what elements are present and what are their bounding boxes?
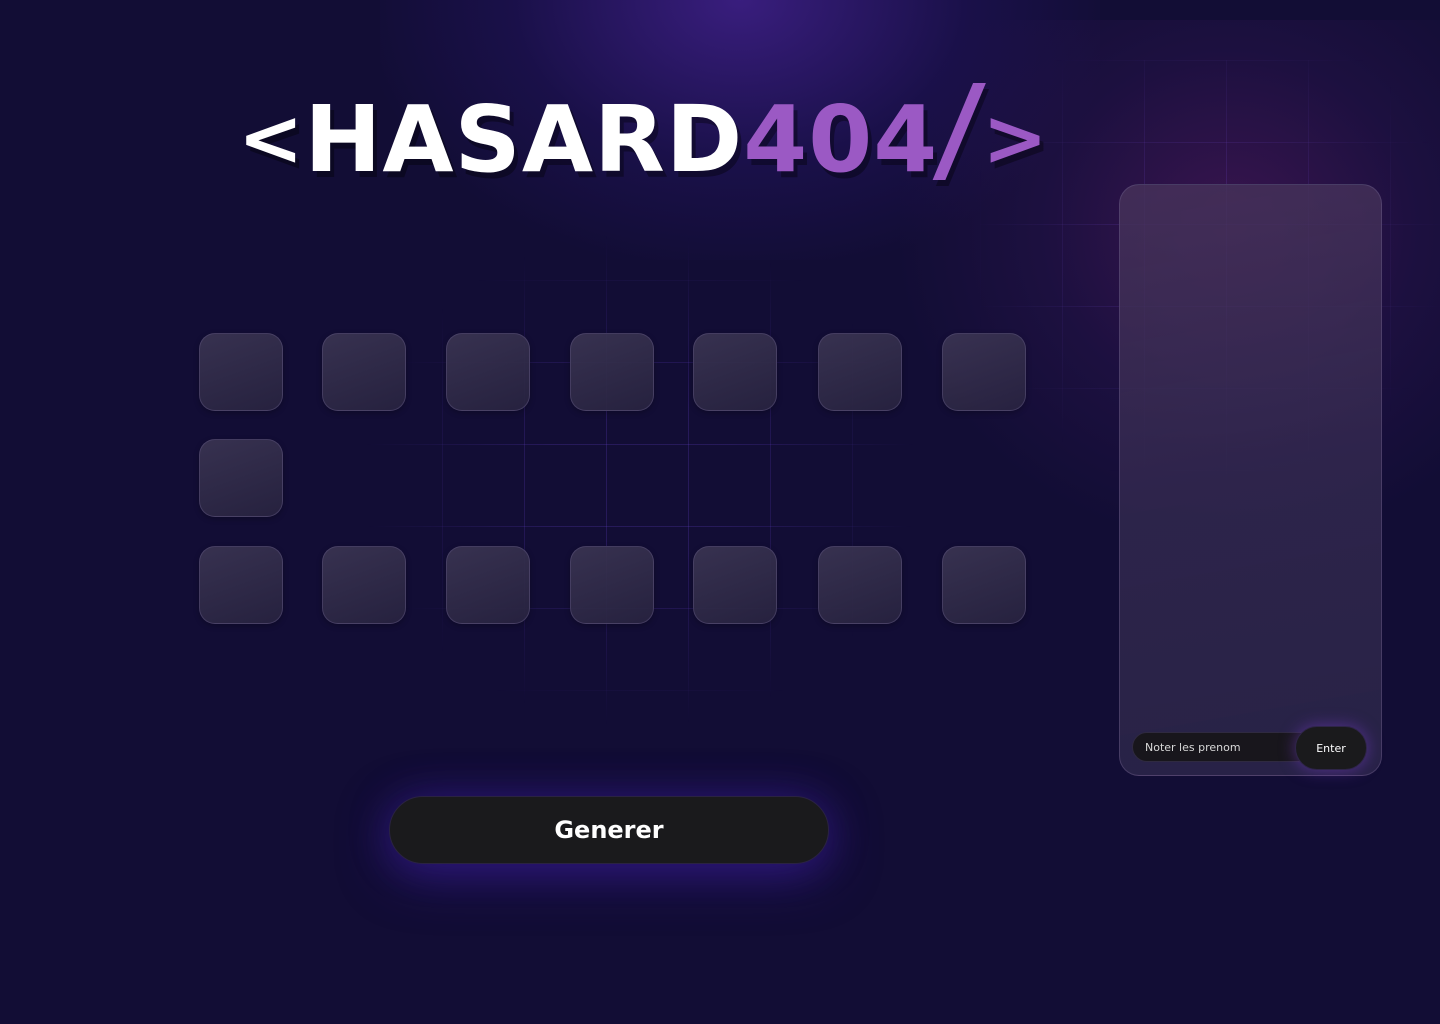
slot-tile (199, 333, 283, 411)
slot-tile (942, 546, 1026, 624)
slot-tile (818, 546, 902, 624)
slot-tile (570, 333, 654, 411)
slot-tile (199, 546, 283, 624)
background-grid-center (360, 230, 920, 730)
logo-open-bracket: < (238, 94, 305, 184)
slot-tile (818, 333, 902, 411)
slot-tile (199, 439, 283, 517)
app-logo: <HASARD404/> (238, 59, 1049, 197)
slot-tile (570, 546, 654, 624)
slot-tile (693, 333, 777, 411)
slot-tile (446, 546, 530, 624)
slot-tile (942, 333, 1026, 411)
slot-tile (693, 546, 777, 624)
slot-tile (322, 546, 406, 624)
name-input[interactable] (1132, 732, 1322, 762)
enter-button[interactable]: Enter (1295, 726, 1367, 770)
name-list-panel: Enter (1119, 184, 1382, 776)
logo-word: HASARD (304, 86, 744, 193)
slot-tile (322, 333, 406, 411)
logo-slash: / (931, 59, 990, 197)
logo-close-bracket: > (982, 94, 1049, 184)
slot-tile (446, 333, 530, 411)
generate-button[interactable]: Generer (389, 796, 829, 864)
logo-number: 404 (743, 86, 939, 193)
